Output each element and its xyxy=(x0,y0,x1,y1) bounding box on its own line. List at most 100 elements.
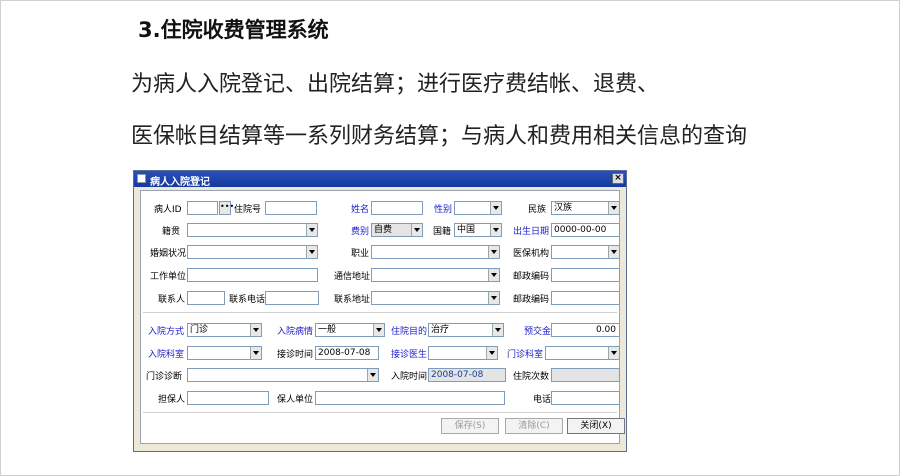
form-panel: 病人ID ••• 住院号 姓名 性别 民族 汉族 籍贯 费别 自费 国籍 中国 … xyxy=(140,190,625,444)
guarantor-unit-field[interactable] xyxy=(315,391,505,405)
admission-mode-select[interactable]: 门诊 xyxy=(187,323,262,337)
admission-time-label: 入院时间 xyxy=(391,372,428,382)
slide-title: 3.住院收费管理系统 xyxy=(138,18,329,42)
admission-time-field: 2008-07-08 xyxy=(428,368,506,382)
outpatient-diag-label: 门诊诊断 xyxy=(146,372,183,382)
admission-condition-select[interactable]: 一般 xyxy=(315,323,385,337)
slide-text-line-1: 为病人入院登记、出院结算；进行医疗费结帐、退费、 xyxy=(131,72,660,97)
admission-mode-value: 门诊 xyxy=(190,325,209,335)
admission-dept-dropdown-arrow-icon[interactable] xyxy=(250,347,261,359)
nationality-label: 国籍 xyxy=(433,227,452,237)
admission-no-field[interactable] xyxy=(265,201,317,215)
ethnicity-select[interactable]: 汉族 xyxy=(551,201,620,215)
admission-purpose-label: 住院目的 xyxy=(391,327,428,337)
admission-count-field xyxy=(551,368,620,382)
admission-count-label: 住院次数 xyxy=(513,372,550,382)
fee-type-label: 费别 xyxy=(351,227,370,237)
close-button[interactable]: 关闭(X) xyxy=(567,418,625,434)
admission-purpose-select[interactable]: 治疗 xyxy=(428,323,504,337)
phone-field[interactable] xyxy=(551,391,620,405)
fee-type-value: 自费 xyxy=(374,225,393,235)
marital-dropdown-arrow-icon[interactable] xyxy=(306,246,317,258)
phone-label: 电话 xyxy=(533,395,552,405)
fee-type-dropdown-arrow-icon[interactable] xyxy=(411,224,422,236)
outpatient-dept-dropdown-arrow-icon[interactable] xyxy=(608,347,619,359)
reception-time-label: 接诊时间 xyxy=(277,350,314,360)
form-section-divider xyxy=(143,312,617,313)
insurance-org-select[interactable] xyxy=(551,245,620,259)
admission-dept-select[interactable] xyxy=(187,346,262,360)
slide-text-line-2: 医保帐目结算等一系列财务结算；与病人和费用相关信息的查询 xyxy=(131,124,748,149)
admission-condition-value: 一般 xyxy=(318,325,337,335)
insurance-org-label: 医保机构 xyxy=(513,249,550,259)
outpatient-dept-select[interactable] xyxy=(545,346,620,360)
patient-id-label: 病人ID xyxy=(154,205,182,215)
insurance-org-dropdown-arrow-icon[interactable] xyxy=(608,246,619,258)
fee-type-select[interactable]: 自费 xyxy=(371,223,423,237)
outpatient-diag-select[interactable] xyxy=(187,368,379,382)
window-titlebar[interactable]: 病人入院登记 × xyxy=(134,171,626,188)
gender-dropdown-arrow-icon[interactable] xyxy=(490,202,501,214)
native-place-label: 籍贯 xyxy=(162,227,181,237)
button-bar-divider xyxy=(143,412,617,413)
native-place-dropdown-arrow-icon[interactable] xyxy=(306,224,317,236)
contact-address-select[interactable] xyxy=(371,291,500,305)
window-app-icon xyxy=(137,174,146,183)
postcode-field[interactable] xyxy=(551,268,620,282)
patient-id-field[interactable] xyxy=(187,201,218,215)
mail-address-label: 通信地址 xyxy=(334,272,371,282)
outpatient-dept-label: 门诊科室 xyxy=(507,350,544,360)
reception-doctor-dropdown-arrow-icon[interactable] xyxy=(486,347,497,359)
postcode2-label: 邮政编码 xyxy=(513,295,550,305)
postcode2-field[interactable] xyxy=(551,291,620,305)
gender-select[interactable] xyxy=(454,201,502,215)
guarantor-label: 担保人 xyxy=(158,395,186,405)
deposit-label: 预交金 xyxy=(524,327,552,337)
contact-phone-field[interactable] xyxy=(265,291,319,305)
mail-address-select[interactable] xyxy=(371,268,500,282)
clear-button[interactable]: 清除(C) xyxy=(505,418,563,434)
birth-date-field[interactable]: 0000-00-00 xyxy=(551,223,620,237)
contact-address-label: 联系地址 xyxy=(334,295,371,305)
birth-date-label: 出生日期 xyxy=(513,227,550,237)
guarantor-field[interactable] xyxy=(187,391,269,405)
occupation-label: 职业 xyxy=(351,249,370,259)
admission-condition-label: 入院病情 xyxy=(277,327,314,337)
deposit-field[interactable]: 0.00 xyxy=(551,323,620,337)
occupation-dropdown-arrow-icon[interactable] xyxy=(488,246,499,258)
contact-label: 联系人 xyxy=(158,295,186,305)
marital-select[interactable] xyxy=(187,245,318,259)
contact-field[interactable] xyxy=(187,291,225,305)
occupation-select[interactable] xyxy=(371,245,500,259)
work-unit-field[interactable] xyxy=(187,268,318,282)
ethnicity-value: 汉族 xyxy=(554,203,573,213)
reception-time-field[interactable]: 2008-07-08 xyxy=(315,346,379,360)
mail-address-dropdown-arrow-icon[interactable] xyxy=(488,269,499,281)
admission-dept-label: 入院科室 xyxy=(148,350,185,360)
work-unit-label: 工作单位 xyxy=(150,272,187,282)
window-title: 病人入院登记 xyxy=(150,177,210,188)
reception-doctor-select[interactable] xyxy=(428,346,498,360)
gender-label: 性别 xyxy=(434,205,453,215)
admission-no-label: 住院号 xyxy=(234,205,262,215)
admission-purpose-dropdown-arrow-icon[interactable] xyxy=(492,324,503,336)
native-place-select[interactable] xyxy=(187,223,318,237)
admission-window: 病人入院登记 × 病人ID ••• 住院号 姓名 性别 民族 汉族 籍贯 费别 … xyxy=(133,170,627,452)
reception-doctor-label: 接诊医生 xyxy=(391,350,428,360)
contact-address-dropdown-arrow-icon[interactable] xyxy=(488,292,499,304)
outpatient-diag-dropdown-arrow-icon[interactable] xyxy=(367,369,378,381)
postcode-label: 邮政编码 xyxy=(513,272,550,282)
nationality-select[interactable]: 中国 xyxy=(454,223,502,237)
patient-id-lookup-button[interactable]: ••• xyxy=(219,201,234,215)
window-close-button[interactable]: × xyxy=(612,173,624,184)
admission-condition-dropdown-arrow-icon[interactable] xyxy=(373,324,384,336)
nationality-value: 中国 xyxy=(457,225,476,235)
name-field[interactable] xyxy=(371,201,423,215)
nationality-dropdown-arrow-icon[interactable] xyxy=(490,224,501,236)
marital-label: 婚姻状况 xyxy=(150,249,187,259)
ethnicity-label: 民族 xyxy=(528,205,547,215)
save-button[interactable]: 保存(S) xyxy=(441,418,499,434)
admission-mode-dropdown-arrow-icon[interactable] xyxy=(250,324,261,336)
name-label: 姓名 xyxy=(351,205,370,215)
ethnicity-dropdown-arrow-icon[interactable] xyxy=(608,202,619,214)
